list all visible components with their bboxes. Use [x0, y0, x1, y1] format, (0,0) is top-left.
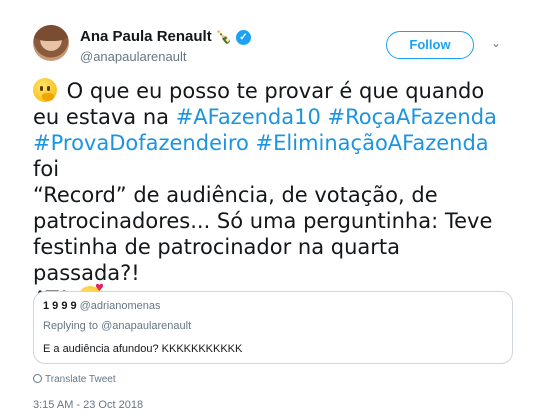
tweet-text-segment: festinha de patrocinador na quarta passa…	[33, 235, 401, 285]
tweet-line: eu estava na #AFazenda10 #RoçaAFazenda	[33, 104, 513, 130]
tweet-text: O que eu posso te provar é que quando eu …	[33, 78, 513, 312]
author-name-row[interactable]: Ana Paula Renault 🍾 ✓	[80, 28, 251, 45]
avatar[interactable]	[33, 25, 69, 61]
tweet-text-segment	[321, 105, 328, 129]
tweet-line: O que eu posso te provar é que quando	[33, 78, 513, 104]
quoted-tweet[interactable]: 1 9 9 9 @adrianomenas Replying to @anapau…	[33, 291, 513, 364]
tweet-text-segment: eu estava na	[33, 105, 176, 129]
hashtag-link[interactable]: #EliminaçãoAFazenda	[256, 131, 489, 155]
tweet-text-segment: O que eu posso te provar é que quando	[60, 79, 485, 103]
tweet-header: Ana Paula Renault 🍾 ✓ @anapaularenault Fol…	[0, 0, 533, 70]
tweet-line: festinha de patrocinador na quarta passa…	[33, 234, 513, 286]
author-name[interactable]: Ana Paula Renault	[80, 28, 212, 45]
globe-icon	[33, 374, 42, 383]
hashtag-link[interactable]: #ProvaDofazendeiro	[33, 131, 249, 155]
chevron-down-icon[interactable]: ⌄	[491, 36, 501, 50]
quoted-handle: @adrianomenas	[79, 300, 161, 312]
thinking-face-icon	[33, 78, 57, 102]
champagne-emoji-icon: 🍾	[215, 29, 232, 44]
tweet-text-segment	[249, 131, 256, 155]
author-handle[interactable]: @anapaularenault	[80, 49, 186, 64]
tweet-timestamp[interactable]: 3:15 AM - 23 Oct 2018	[33, 399, 143, 411]
verified-badge-icon: ✓	[235, 30, 251, 45]
hashtag-link[interactable]: #AFazenda10	[176, 105, 321, 129]
tweet-text-segment: foi	[33, 157, 60, 181]
tweet-line: #ProvaDofazendeiro #EliminaçãoAFazenda f…	[33, 130, 513, 182]
tweet-line: “Record” de audiência, de votação, de	[33, 182, 513, 208]
tweet-line: patrocinadores... Só uma perguntinha: Te…	[33, 208, 513, 234]
quoted-user: 1 9 9 9 @adrianomenas	[43, 300, 161, 312]
quoted-replying-to: Replying to @anapaularenault	[43, 320, 192, 332]
follow-button[interactable]: Follow	[386, 31, 474, 59]
tweet-text-segment: “Record” de audiência, de votação, de	[33, 183, 438, 207]
tweet-text-segment: patrocinadores... Só uma perguntinha: Te…	[33, 209, 493, 233]
hashtag-link[interactable]: #RoçaAFazenda	[328, 105, 497, 129]
quoted-text: E a audiência afundou? KKKKKKKKKKK	[43, 343, 243, 355]
translate-label[interactable]: Translate Tweet	[45, 374, 116, 385]
quoted-name: 1 9 9 9	[43, 300, 77, 312]
translate-tweet-link[interactable]: Translate Tweet	[33, 374, 116, 385]
